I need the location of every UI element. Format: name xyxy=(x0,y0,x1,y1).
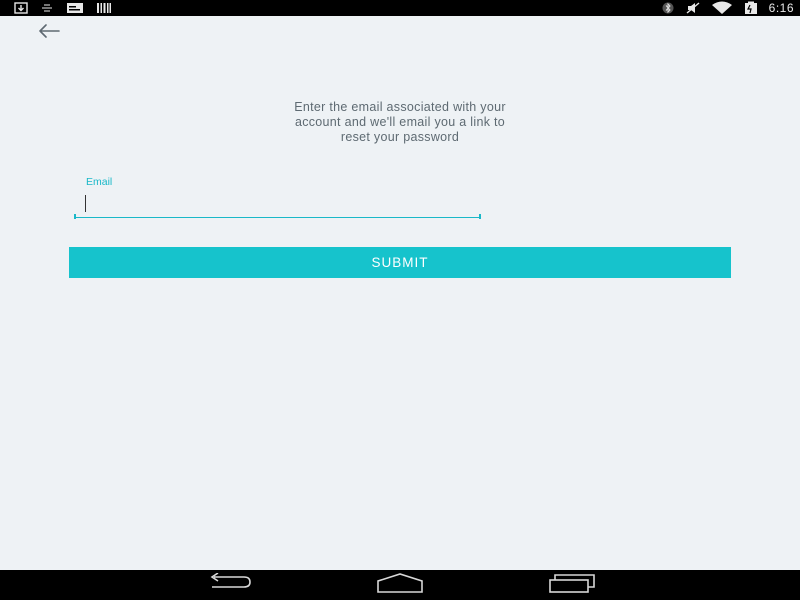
nav-home-button[interactable] xyxy=(376,572,424,598)
message-icon xyxy=(66,2,84,14)
nav-recent-apps-icon xyxy=(548,573,596,598)
back-button[interactable] xyxy=(34,22,64,44)
instructions-line: account and we'll email you a link to xyxy=(294,115,506,129)
email-label: Email xyxy=(86,176,113,188)
nav-back-icon xyxy=(206,571,254,598)
nav-recent-apps-button[interactable] xyxy=(548,573,596,598)
battery-icon xyxy=(743,1,759,15)
email-field[interactable] xyxy=(74,190,480,218)
status-bar-notifications xyxy=(14,2,112,14)
arrow-left-icon xyxy=(37,23,61,43)
bluetooth-icon xyxy=(661,2,675,14)
text-caret xyxy=(85,195,86,212)
wifi-icon xyxy=(711,1,733,15)
navigation-bar xyxy=(0,570,800,600)
instructions-text: Enter the email associated with your acc… xyxy=(225,100,575,145)
download-icon xyxy=(14,2,28,14)
field-underline-left-tick xyxy=(74,214,76,219)
instructions-line: Enter the email associated with your xyxy=(294,100,506,114)
status-time: 6:16 xyxy=(768,1,794,15)
instructions-line: reset your password xyxy=(340,130,460,144)
voicemail-icon xyxy=(40,3,54,13)
barcode-icon xyxy=(96,2,112,14)
field-underline-right-tick xyxy=(479,214,481,219)
nav-home-icon xyxy=(376,572,424,598)
nav-back-button[interactable] xyxy=(206,571,254,598)
status-bar: 6:16 xyxy=(0,0,800,16)
submit-button[interactable]: SUBMIT xyxy=(69,247,731,278)
status-bar-system: 6:16 xyxy=(661,0,794,16)
mute-icon xyxy=(685,1,701,15)
